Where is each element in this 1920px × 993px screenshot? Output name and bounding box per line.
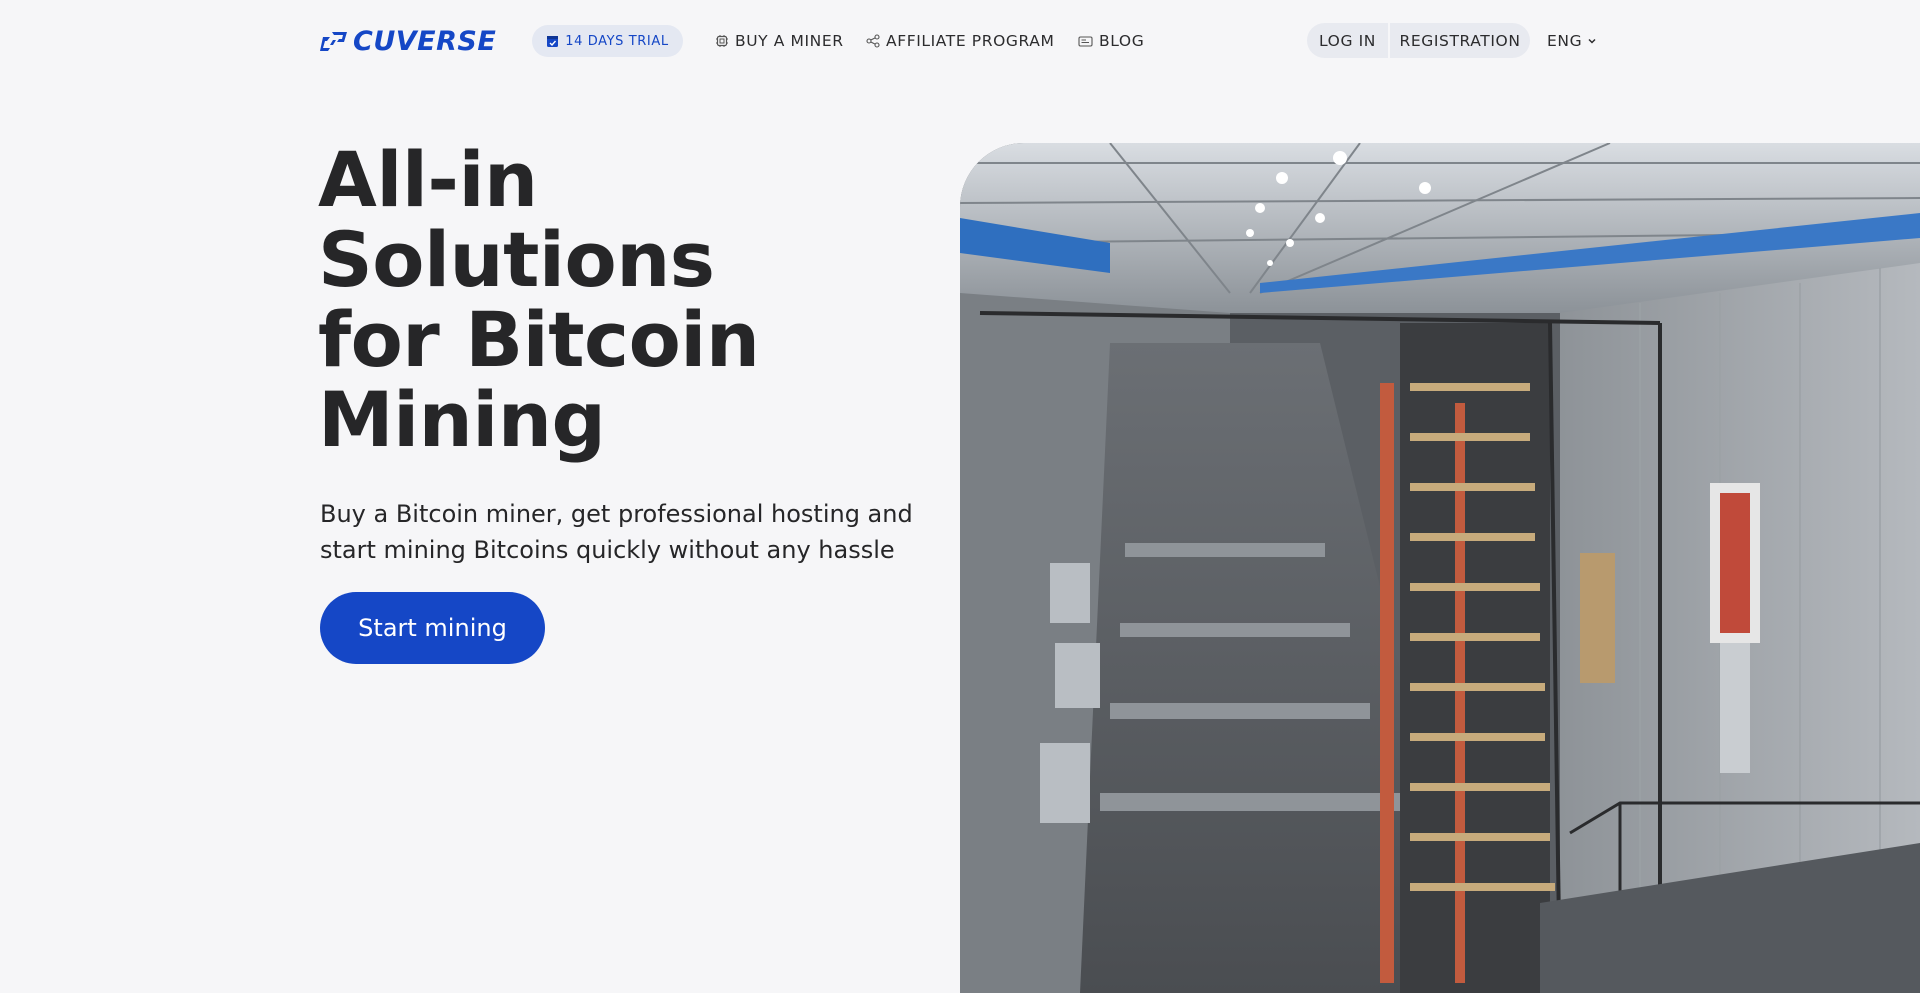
nav-buy-a-miner[interactable]: BUY A MINER [715,27,844,55]
chip-icon [716,35,728,47]
auth-buttons: LOG IN REGISTRATION [1307,23,1530,58]
brand-logo[interactable]: CUVERSE [319,25,497,57]
newspaper-icon [1078,35,1093,47]
trial-label: 14 DAYS TRIAL [565,33,669,49]
hero-title-line: for Bitcoin [318,295,760,384]
hero-title-line: Mining [318,375,606,464]
language-selector[interactable]: ENG [1547,27,1597,55]
nav-label: BUY A MINER [735,32,844,50]
registration-button[interactable]: REGISTRATION [1390,23,1530,58]
share-icon [866,34,880,48]
nav-affiliate-program[interactable]: AFFILIATE PROGRAM [866,27,1054,55]
hero-subtitle: Buy a Bitcoin miner, get professional ho… [320,500,913,564]
warehouse-illustration [960,143,1920,993]
trial-button[interactable]: 14 DAYS TRIAL [532,25,683,57]
site-header: CUVERSE 14 DAYS TRIAL BUY A MINER AFFILI… [0,0,1920,82]
logo-mark-icon [320,32,347,51]
brand-name: CUVERSE [353,25,497,57]
language-label: ENG [1547,32,1583,50]
hero-title: All-in Solutions for Bitcoin Mining [318,140,918,460]
hero-title-line: Solutions [318,215,715,304]
login-button[interactable]: LOG IN [1307,23,1388,58]
nav-blog[interactable]: BLOG [1078,27,1144,55]
calendar-icon [547,36,559,47]
mining-warehouse-image [960,143,1920,993]
hero-title-line: All-in [318,135,538,224]
start-mining-button[interactable]: Start mining [320,592,545,664]
nav-label: AFFILIATE PROGRAM [886,32,1055,50]
chevron-down-icon [1588,38,1596,44]
nav-label: BLOG [1099,32,1145,50]
